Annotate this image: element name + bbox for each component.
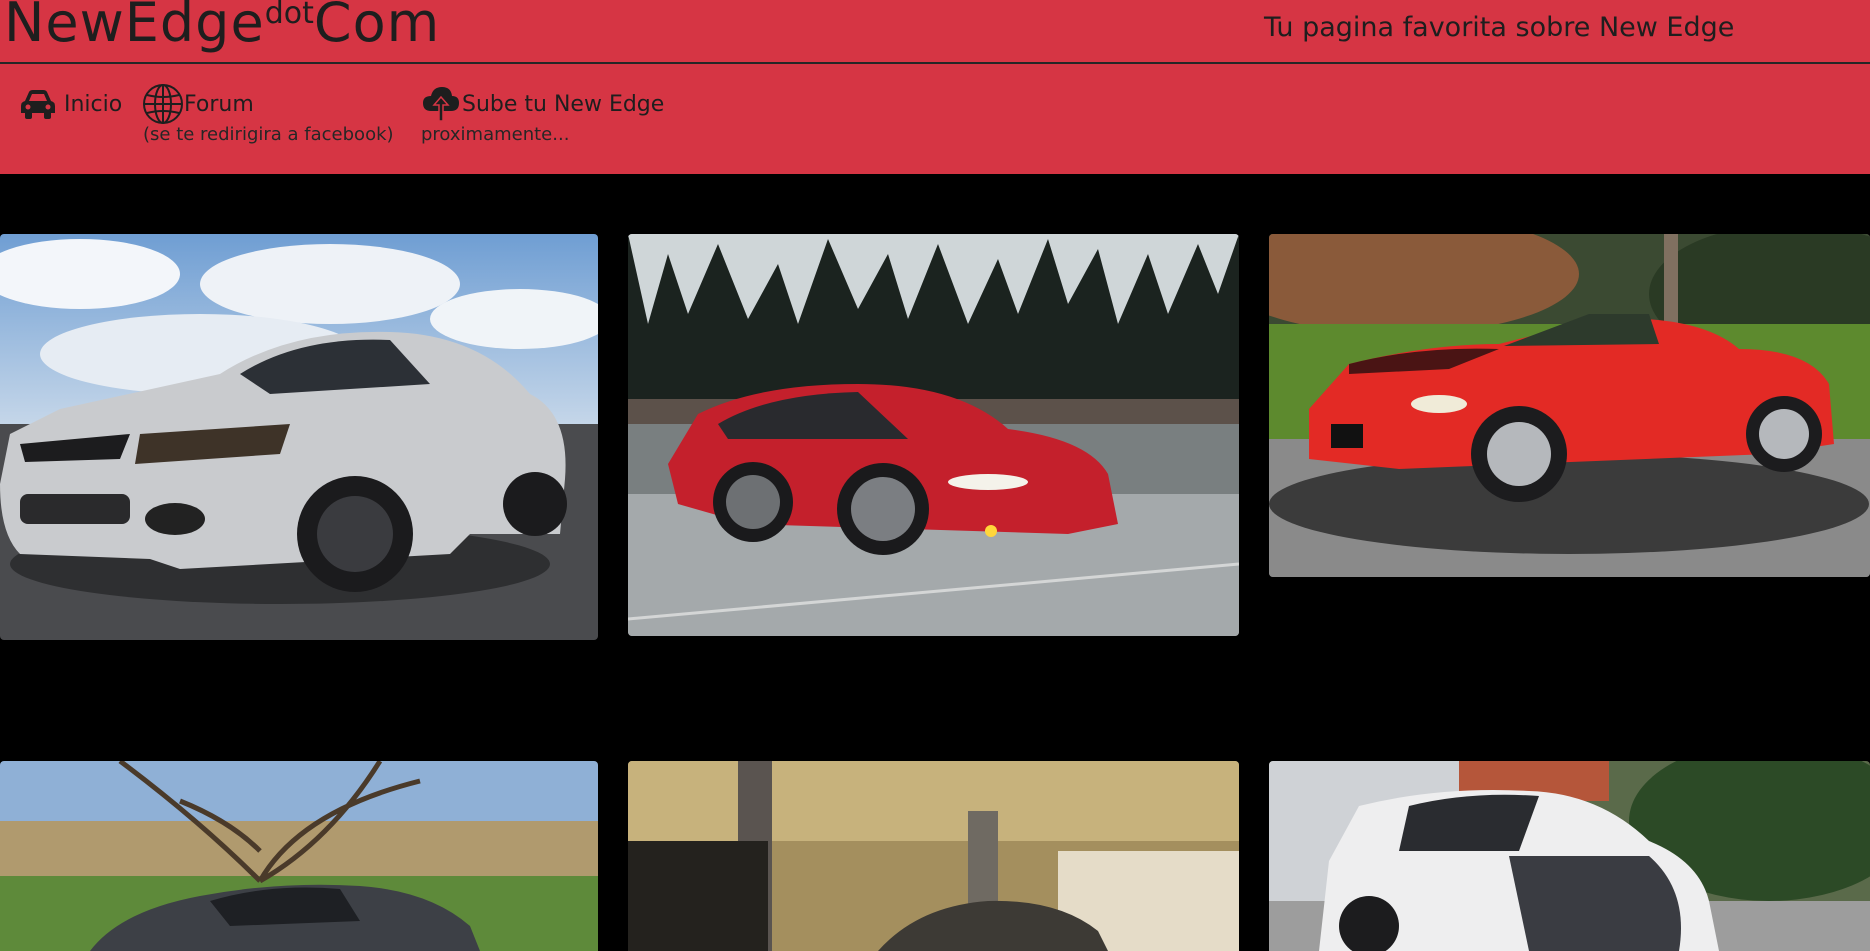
brand-part-3: Com	[313, 0, 441, 54]
nav-inicio[interactable]: Inicio	[18, 82, 122, 126]
car-icon	[18, 87, 58, 121]
brand-part-1: NewEdge	[4, 0, 265, 54]
nav-forum-label: Forum	[184, 91, 254, 117]
globe-icon	[142, 83, 184, 125]
nav-forum-note: (se te redirigira a facebook)	[143, 124, 394, 145]
gallery-image-white-mustang[interactable]	[1269, 761, 1870, 951]
brand-part-2: dot	[264, 0, 314, 31]
nav-upload[interactable]: Sube tu New Edge	[420, 82, 664, 126]
tagline: Tu pagina favorita sobre New Edge	[1264, 12, 1735, 43]
site-logo[interactable]: NewEdgedotCom	[4, 0, 440, 50]
gallery-image-dark-mustang-garage[interactable]	[628, 761, 1239, 951]
nav-upload-label: Sube tu New Edge	[462, 91, 665, 117]
gallery-image-red-mustang-convertible[interactable]	[1269, 234, 1870, 577]
header-divider	[0, 62, 1870, 64]
gallery-image-red-mustang-road[interactable]	[628, 234, 1239, 636]
nav-forum[interactable]: Forum	[142, 82, 254, 126]
gallery-image-silver-mustang[interactable]	[0, 234, 598, 640]
site-header: NewEdgedotCom Tu pagina favorita sobre N…	[0, 0, 1870, 174]
gallery-image-gray-mustang-field[interactable]	[0, 761, 598, 951]
cloud-upload-icon	[420, 83, 462, 125]
nav-inicio-label: Inicio	[64, 91, 123, 117]
nav-upload-note: proximamente...	[421, 124, 570, 145]
